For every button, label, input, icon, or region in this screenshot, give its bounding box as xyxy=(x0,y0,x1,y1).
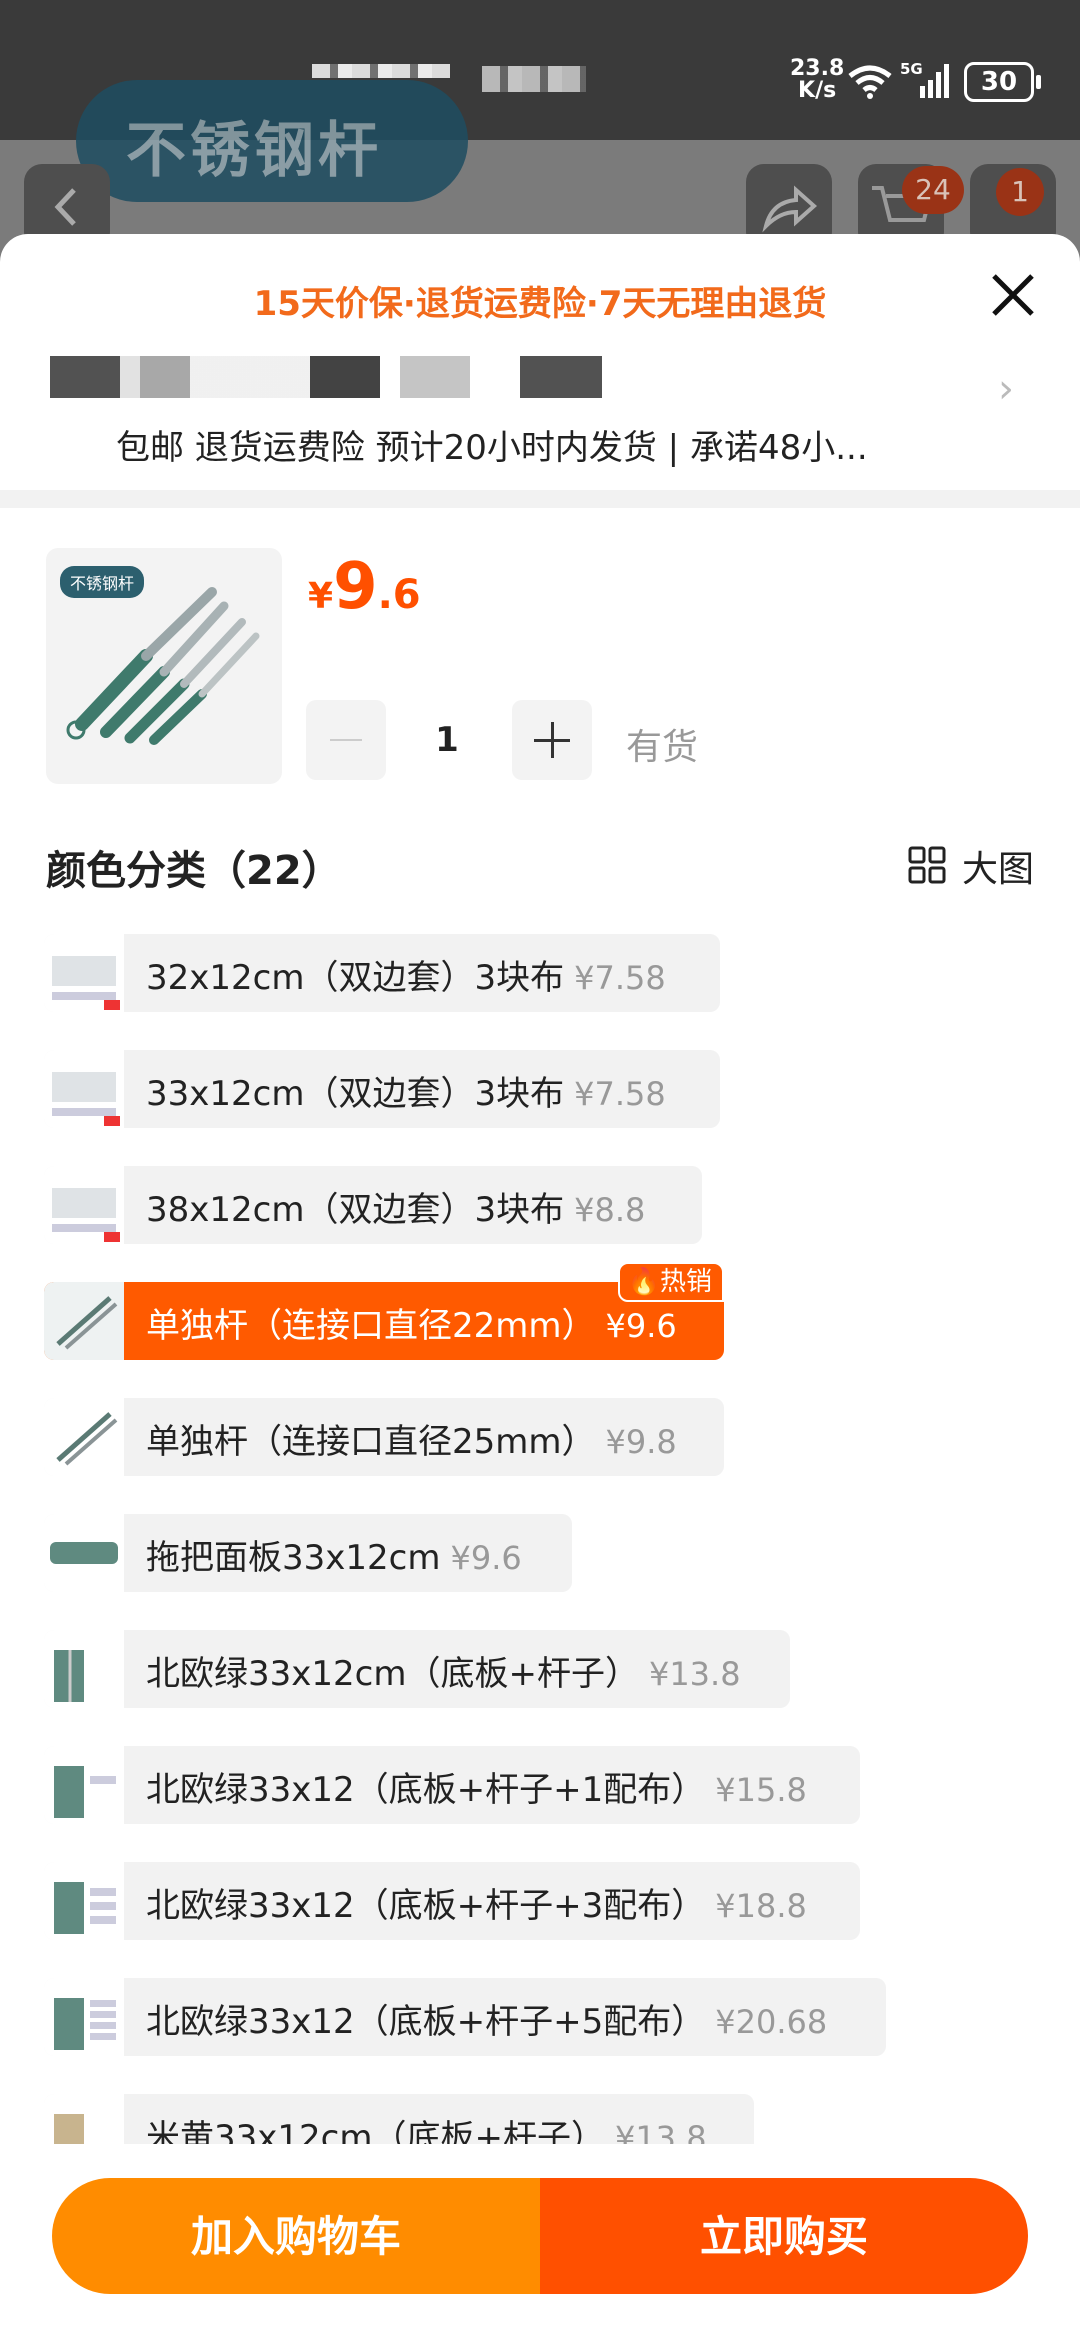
option-thumbnail xyxy=(44,1630,124,1708)
network-speed: 23.8 K/s xyxy=(790,56,845,103)
option-label: 33x12cm（双边套）3块布 xyxy=(146,1074,565,1114)
option-thumbnail xyxy=(44,1282,124,1360)
option-label: 北欧绿33x12（底板+杆子+3配布） xyxy=(146,1886,706,1926)
more-badge: 1 xyxy=(996,168,1044,216)
option-label: 北欧绿33x12（底板+杆子+1配布） xyxy=(146,1770,706,1810)
option-label: 北欧绿33x12cm（底板+杆子） xyxy=(146,1654,639,1694)
svg-text:5G: 5G xyxy=(900,60,923,78)
chevron-right-icon[interactable]: › xyxy=(998,366,1014,412)
option-price: ¥8.8 xyxy=(574,1191,646,1229)
option-chip[interactable]: 单独杆（连接口直径25mm） ¥9.8 xyxy=(44,1398,724,1476)
cart-badge: 24 xyxy=(902,166,964,214)
option-thumbnail xyxy=(44,1050,124,1128)
option-label: 32x12cm（双边套）3块布 xyxy=(146,958,565,998)
quantity-decrease-button[interactable] xyxy=(306,700,386,780)
wifi-icon xyxy=(848,65,892,99)
status-time-redacted xyxy=(312,64,450,78)
product-price: ¥9.6 xyxy=(308,550,421,624)
quantity-increase-button[interactable] xyxy=(512,700,592,780)
hot-sale-badge: 🔥热销 xyxy=(617,1262,724,1302)
option-price: ¥18.8 xyxy=(715,1887,807,1925)
guarantee-banner: 15天价保·退货运费险·7天无理由退货 xyxy=(253,284,827,324)
product-thumbnail[interactable]: 不锈钢杆 xyxy=(46,548,282,784)
section-title: 颜色分类（22） xyxy=(46,848,342,894)
option-price: ¥9.8 xyxy=(605,1423,677,1461)
option-label: 单独杆（连接口直径25mm） xyxy=(146,1422,596,1462)
option-label: 北欧绿33x12（底板+杆子+5配布） xyxy=(146,2002,706,2042)
option-price: ¥7.58 xyxy=(574,1075,666,1113)
option-thumbnail xyxy=(44,1166,124,1244)
option-thumbnail xyxy=(44,1978,124,2056)
option-price: ¥20.68 xyxy=(715,2003,828,2041)
option-chip[interactable]: 33x12cm（双边套）3块布 ¥7.58 xyxy=(44,1050,720,1128)
signal-5g-icon: 5G xyxy=(900,60,949,98)
buy-now-button[interactable]: 立即购买 xyxy=(540,2178,1028,2294)
option-chip[interactable]: 北欧绿33x12（底板+杆子+5配布） ¥20.68 xyxy=(44,1978,886,2056)
status-carrier-redacted xyxy=(482,66,586,92)
address-redacted[interactable] xyxy=(50,356,602,398)
option-chip[interactable]: 拖把面板33x12cm ¥9.6 xyxy=(44,1514,572,1592)
stock-status: 有货 xyxy=(626,727,699,768)
option-price: ¥9.6 xyxy=(605,1307,677,1345)
option-thumbnail xyxy=(44,1398,124,1476)
option-price: ¥9.6 xyxy=(450,1539,522,1577)
option-chip[interactable]: 38x12cm（双边套）3块布 ¥8.8 xyxy=(44,1166,702,1244)
option-thumbnail xyxy=(44,1514,124,1592)
option-chip-selected[interactable]: 单独杆（连接口直径22mm） ¥9.6 🔥热销 xyxy=(44,1262,724,1360)
option-price: ¥7.58 xyxy=(574,959,666,997)
option-thumbnail xyxy=(44,934,124,1012)
thumbnail-tag: 不锈钢杆 xyxy=(60,566,145,598)
option-thumbnail xyxy=(44,1862,124,1940)
background-search-pill: 不锈钢杆 xyxy=(76,80,468,202)
shipping-info: 包邮 退货运费险 预计20小时内发货 | 承诺48小... xyxy=(116,428,868,468)
option-label: 单独杆（连接口直径22mm） xyxy=(146,1306,596,1346)
option-chip[interactable]: 北欧绿33x12cm（底板+杆子） ¥13.8 xyxy=(44,1630,790,1708)
section-divider xyxy=(0,490,1080,508)
option-chip[interactable]: 北欧绿33x12（底板+杆子+1配布） ¥15.8 xyxy=(44,1746,860,1824)
sku-selector-sheet: 15天价保·退货运费险·7天无理由退货 › 包邮 退货运费险 预计20小时内发货… xyxy=(0,234,1080,2340)
grid-view-icon[interactable] xyxy=(908,846,946,884)
fire-icon: 🔥 xyxy=(627,1267,660,1297)
action-buttons: 加入购物车 立即购买 xyxy=(52,2178,1028,2294)
add-to-cart-button[interactable]: 加入购物车 xyxy=(52,2178,540,2294)
background-search-text: 不锈钢杆 xyxy=(126,116,382,186)
big-image-toggle[interactable]: 大图 xyxy=(962,840,1034,892)
option-chip[interactable]: 32x12cm（双边套）3块布 ¥7.58 xyxy=(44,934,720,1012)
quantity-value[interactable]: 1 xyxy=(432,720,462,760)
option-chip[interactable]: 北欧绿33x12（底板+杆子+3配布） ¥18.8 xyxy=(44,1862,860,1940)
option-thumbnail xyxy=(44,1746,124,1824)
option-price: ¥13.8 xyxy=(648,1655,741,1693)
option-label: 拖把面板33x12cm xyxy=(146,1538,441,1578)
option-label: 38x12cm（双边套）3块布 xyxy=(146,1190,565,1230)
battery-icon: 30 xyxy=(964,62,1041,102)
option-price: ¥15.8 xyxy=(715,1771,807,1809)
close-icon[interactable] xyxy=(986,268,1040,322)
